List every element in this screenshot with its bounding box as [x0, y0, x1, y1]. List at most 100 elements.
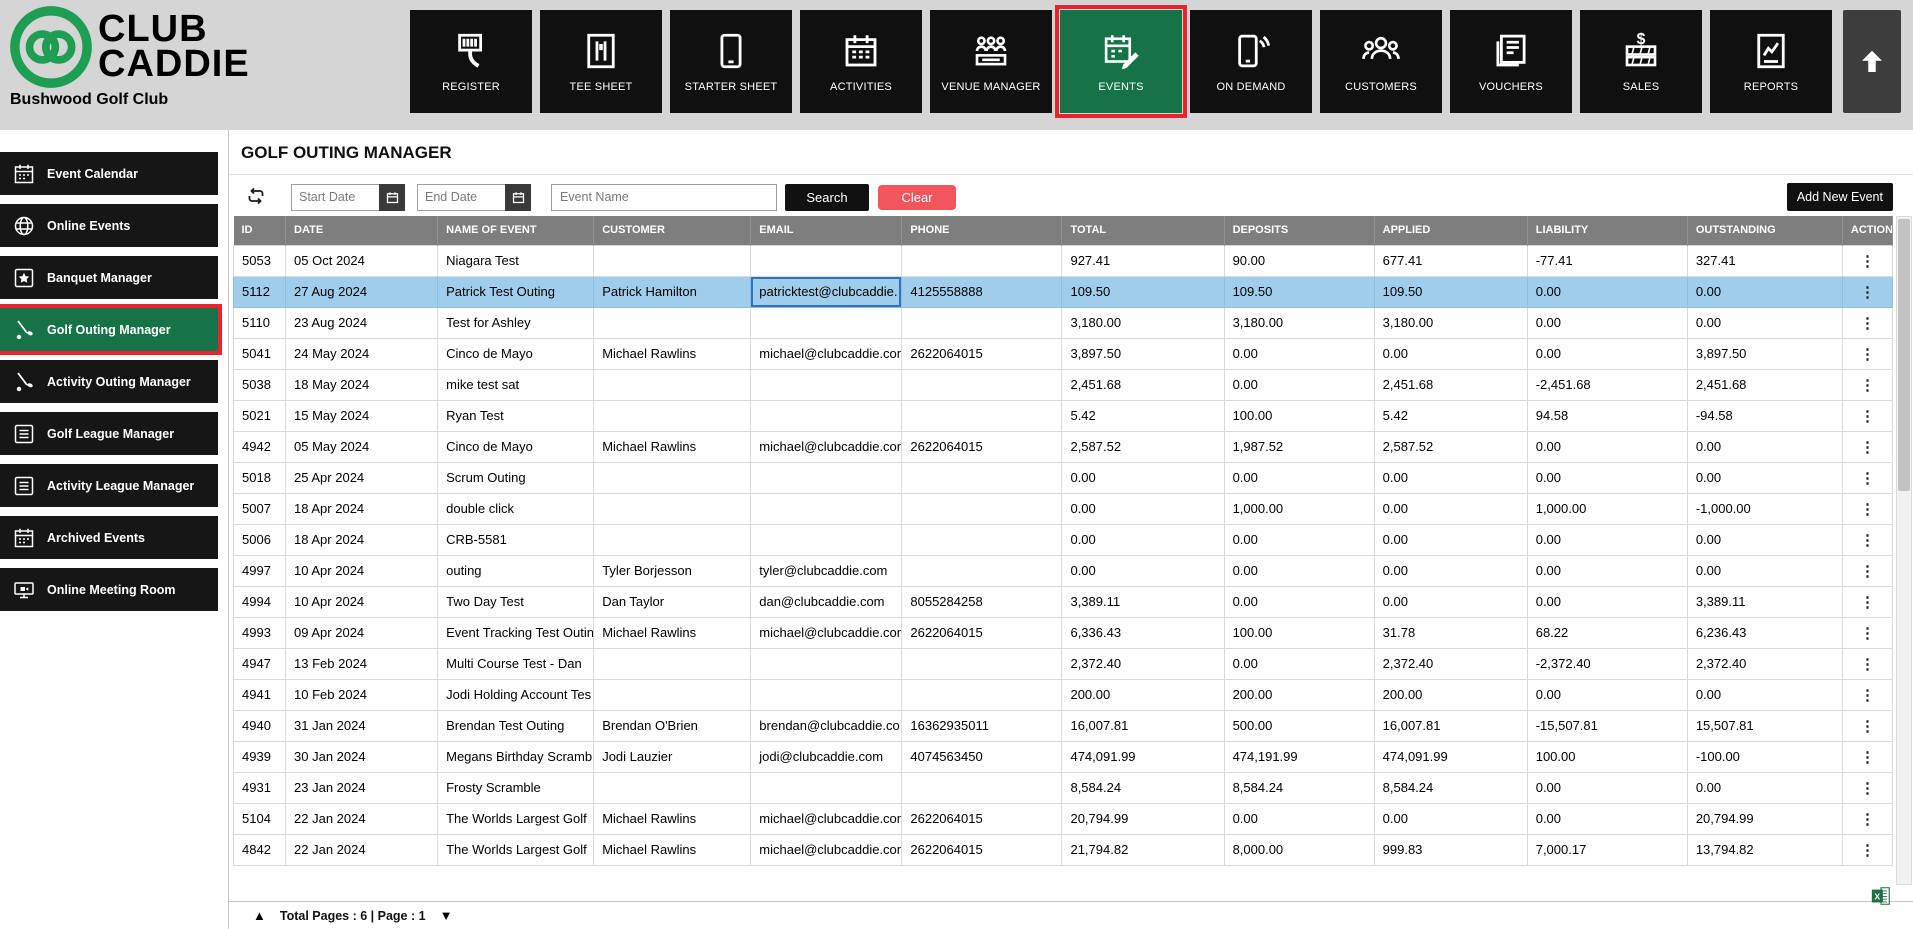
sidebar-item-activity-outing-manager[interactable]: Activity Outing Manager [0, 360, 218, 403]
nav-sales[interactable]: $ SALES [1580, 10, 1702, 113]
table-row[interactable]: 500618 Apr 2024CRB-55810.000.000.000.000… [234, 524, 1893, 555]
cell-total: 474,091.99 [1062, 741, 1224, 772]
row-actions-ellipsis-icon[interactable]: ⋮ [1842, 834, 1892, 865]
nav-register[interactable]: REGISTER [410, 10, 532, 113]
vertical-scrollbar[interactable] [1896, 216, 1912, 885]
table-row[interactable]: 500718 Apr 2024double click0.001,000.000… [234, 493, 1893, 524]
table-row[interactable]: 499710 Apr 2024outingTyler Borjessontyle… [234, 555, 1893, 586]
nav-on-demand[interactable]: ON DEMAND [1190, 10, 1312, 113]
table-row[interactable]: 493123 Jan 2024Frosty Scramble8,584.248,… [234, 772, 1893, 803]
table-row[interactable]: 499410 Apr 2024Two Day TestDan Taylordan… [234, 586, 1893, 617]
table-row[interactable]: 494205 May 2024Cinco de MayoMichael Rawl… [234, 431, 1893, 462]
table-row[interactable]: 504124 May 2024Cinco de MayoMichael Rawl… [234, 338, 1893, 369]
cell-phone [902, 772, 1062, 803]
cell-outstanding: -100.00 [1687, 741, 1842, 772]
row-actions-ellipsis-icon[interactable]: ⋮ [1842, 369, 1892, 400]
excel-export-icon[interactable]: X [1870, 885, 1892, 907]
clear-button[interactable]: Clear [878, 185, 956, 210]
event-name-input[interactable] [551, 184, 777, 211]
table-row[interactable]: 501825 Apr 2024Scrum Outing0.000.000.000… [234, 462, 1893, 493]
cell-liability: 0.00 [1527, 307, 1687, 338]
nav-tee-sheet[interactable]: TEE SHEET [540, 10, 662, 113]
nav-venue-manager[interactable]: VENUE MANAGER [930, 10, 1052, 113]
scrollbar-thumb[interactable] [1898, 219, 1910, 491]
table-row[interactable]: 499309 Apr 2024Event Tracking Test Outin… [234, 617, 1893, 648]
sidebar-item-label: Activity Outing Manager [47, 375, 191, 389]
page-down-icon[interactable]: ▼ [434, 908, 459, 923]
table-row[interactable]: 484222 Jan 2024The Worlds Largest GolfMi… [234, 834, 1893, 865]
cell-name: Patrick Test Outing [438, 276, 594, 307]
start-date-calendar-button[interactable] [379, 184, 405, 211]
table-row[interactable]: 510422 Jan 2024The Worlds Largest GolfMi… [234, 803, 1893, 834]
cell-phone [902, 400, 1062, 431]
cell-id: 4993 [234, 617, 286, 648]
row-actions-ellipsis-icon[interactable]: ⋮ [1842, 741, 1892, 772]
end-date-input[interactable] [417, 184, 505, 211]
cell-customer: Patrick Hamilton [594, 276, 751, 307]
cell-applied: 474,091.99 [1374, 741, 1527, 772]
sidebar-item-online-meeting-room[interactable]: Online Meeting Room [0, 568, 218, 611]
cell-customer [594, 772, 751, 803]
cell-email: dan@clubcaddie.com [751, 586, 902, 617]
search-button[interactable]: Search [785, 184, 869, 211]
nav-starter-sheet[interactable]: STARTER SHEET [670, 10, 792, 113]
row-actions-ellipsis-icon[interactable]: ⋮ [1842, 276, 1892, 307]
table-row[interactable]: 503818 May 2024mike test sat2,451.680.00… [234, 369, 1893, 400]
refresh-button[interactable] [243, 184, 269, 210]
sidebar-item-golf-outing-manager[interactable]: Golf Outing Manager [0, 308, 218, 351]
add-new-event-button[interactable]: Add New Event [1787, 183, 1893, 211]
cell-outstanding: 0.00 [1687, 524, 1842, 555]
sidebar-item-banquet-manager[interactable]: Banquet Manager [0, 256, 218, 299]
row-actions-ellipsis-icon[interactable]: ⋮ [1842, 648, 1892, 679]
nav-label: ACTIVITIES [830, 81, 892, 93]
table-row[interactable]: 493930 Jan 2024Megans Birthday ScrambJod… [234, 741, 1893, 772]
row-actions-ellipsis-icon[interactable]: ⋮ [1842, 245, 1892, 276]
row-actions-ellipsis-icon[interactable]: ⋮ [1842, 803, 1892, 834]
row-actions-ellipsis-icon[interactable]: ⋮ [1842, 524, 1892, 555]
row-actions-ellipsis-icon[interactable]: ⋮ [1842, 493, 1892, 524]
cell-date: 10 Apr 2024 [286, 555, 438, 586]
title-divider [229, 174, 1913, 175]
nav-vouchers[interactable]: VOUCHERS [1450, 10, 1572, 113]
table-row[interactable]: 494031 Jan 2024Brendan Test OutingBrenda… [234, 710, 1893, 741]
table-row[interactable]: 511227 Aug 2024Patrick Test OutingPatric… [234, 276, 1893, 307]
cell-id: 4940 [234, 710, 286, 741]
row-actions-ellipsis-icon[interactable]: ⋮ [1842, 586, 1892, 617]
table-row[interactable]: 494713 Feb 2024Multi Course Test - Dan2,… [234, 648, 1893, 679]
table-row[interactable]: 494110 Feb 2024Jodi Holding Account Tes2… [234, 679, 1893, 710]
cell-applied: 0.00 [1374, 524, 1527, 555]
column-header-phone: PHONE [902, 216, 1062, 245]
table-row[interactable]: 502115 May 2024Ryan Test5.42100.005.4294… [234, 400, 1893, 431]
sidebar-item-event-calendar[interactable]: Event Calendar [0, 152, 218, 195]
sidebar-item-activity-league-manager[interactable]: Activity League Manager [0, 464, 218, 507]
row-actions-ellipsis-icon[interactable]: ⋮ [1842, 307, 1892, 338]
row-actions-ellipsis-icon[interactable]: ⋮ [1842, 400, 1892, 431]
cell-phone: 16362935011 [902, 710, 1062, 741]
row-actions-ellipsis-icon[interactable]: ⋮ [1842, 462, 1892, 493]
sidebar-item-online-events[interactable]: Online Events [0, 204, 218, 247]
row-actions-ellipsis-icon[interactable]: ⋮ [1842, 772, 1892, 803]
row-actions-ellipsis-icon[interactable]: ⋮ [1842, 679, 1892, 710]
nav-customers[interactable]: CUSTOMERS [1320, 10, 1442, 113]
cell-applied: 109.50 [1374, 276, 1527, 307]
row-actions-ellipsis-icon[interactable]: ⋮ [1842, 555, 1892, 586]
sidebar-item-archived-events[interactable]: Archived Events [0, 516, 218, 559]
cell-date: 31 Jan 2024 [286, 710, 438, 741]
nav-reports[interactable]: REPORTS [1710, 10, 1832, 113]
page-up-icon[interactable]: ▲ [247, 908, 272, 923]
row-actions-ellipsis-icon[interactable]: ⋮ [1842, 617, 1892, 648]
nav-events[interactable]: EVENTS [1060, 10, 1182, 113]
row-actions-ellipsis-icon[interactable]: ⋮ [1842, 431, 1892, 462]
start-date-input[interactable] [291, 184, 379, 211]
nav-activities[interactable]: ACTIVITIES [800, 10, 922, 113]
cell-date: 18 Apr 2024 [286, 524, 438, 555]
end-date-calendar-button[interactable] [505, 184, 531, 211]
scroll-top-button[interactable] [1843, 10, 1901, 113]
cell-date: 13 Feb 2024 [286, 648, 438, 679]
sidebar-item-golf-league-manager[interactable]: Golf League Manager [0, 412, 218, 455]
table-row[interactable]: 511023 Aug 2024Test for Ashley3,180.003,… [234, 307, 1893, 338]
table-row[interactable]: 505305 Oct 2024Niagara Test927.4190.0067… [234, 245, 1893, 276]
cell-outstanding: 0.00 [1687, 679, 1842, 710]
row-actions-ellipsis-icon[interactable]: ⋮ [1842, 710, 1892, 741]
row-actions-ellipsis-icon[interactable]: ⋮ [1842, 338, 1892, 369]
